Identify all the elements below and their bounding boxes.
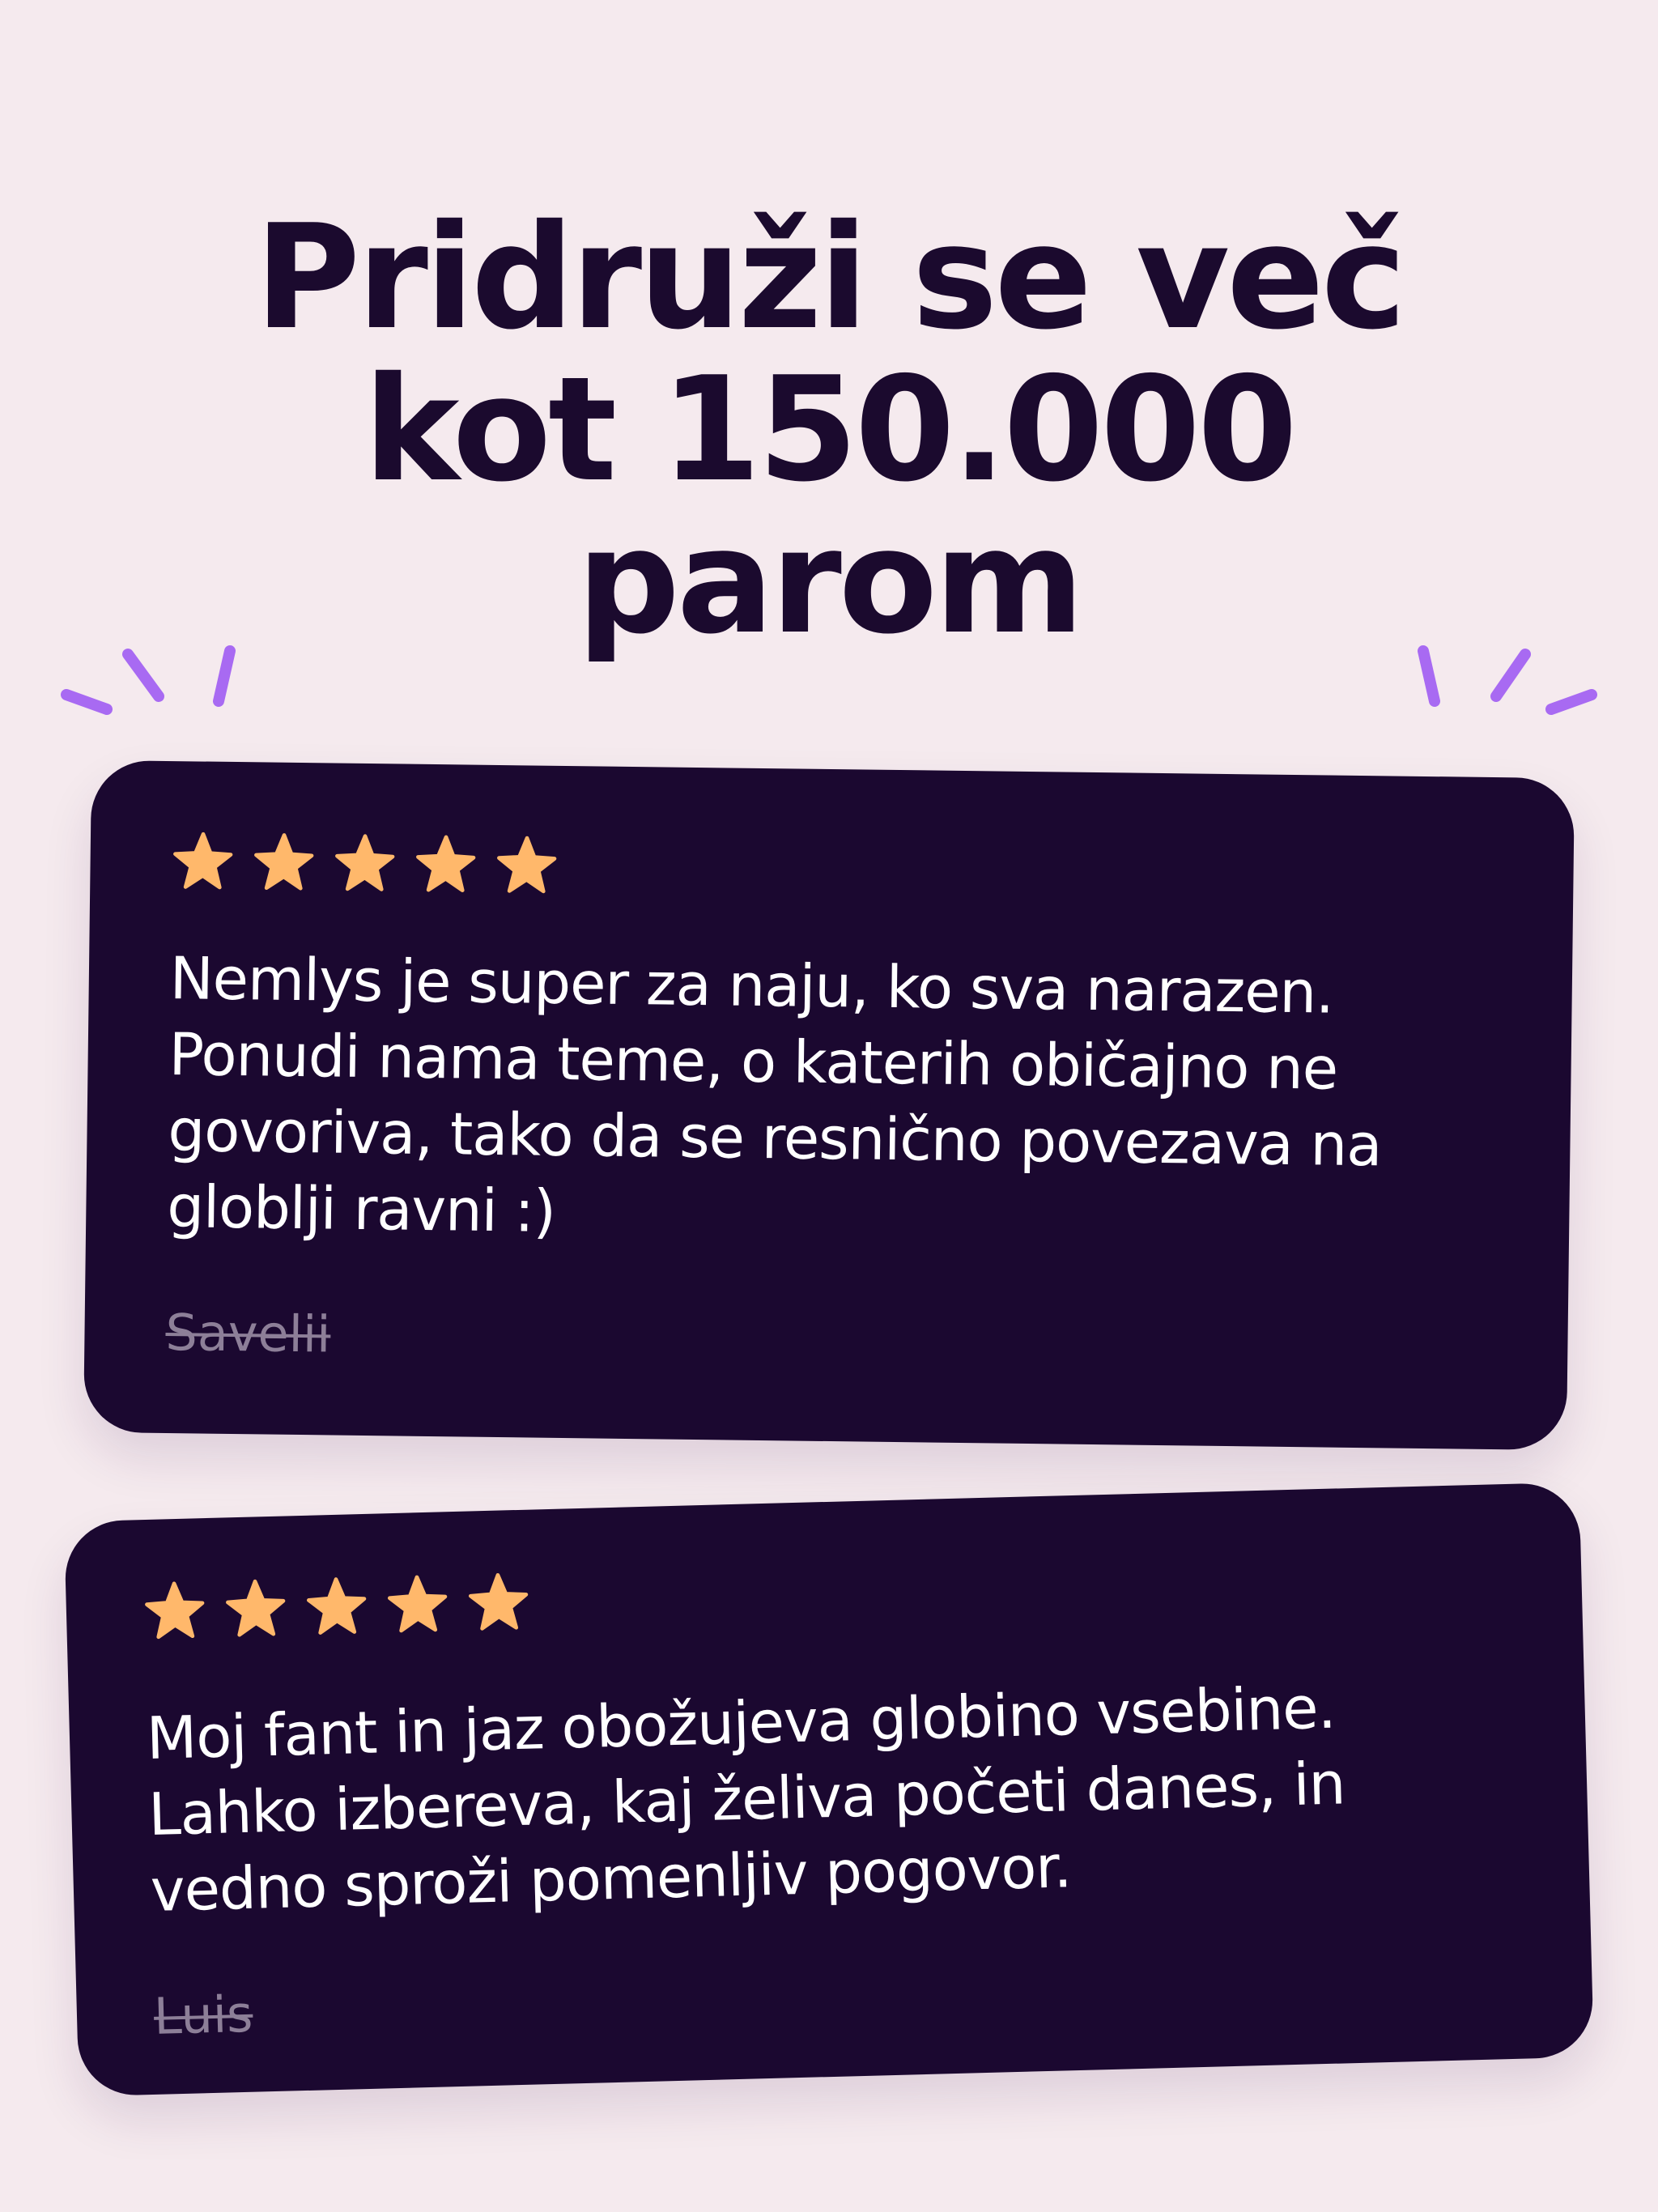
star-icon — [307, 1577, 367, 1635]
headline-line-2: kot 150.000 — [363, 346, 1298, 514]
star-icon — [468, 1572, 529, 1631]
star-icon — [173, 832, 233, 890]
headline-line-1: Pridruži se več — [254, 194, 1407, 362]
reviewer-name: Savelii — [165, 1303, 331, 1364]
star-icon — [335, 834, 395, 891]
sparkle-icon-right — [1415, 640, 1609, 737]
star-icon — [416, 835, 476, 892]
star-rating — [171, 830, 1493, 909]
star-rating — [142, 1545, 1509, 1644]
star-icon — [254, 833, 314, 891]
review-card: Moj fant in jaz obožujeva globino vsebin… — [64, 1482, 1594, 2097]
star-icon — [497, 836, 557, 894]
headline-line-3: parom — [576, 498, 1084, 666]
star-icon — [145, 1581, 205, 1640]
sparkle-icon-left — [49, 640, 243, 737]
review-text: Moj fant in jaz obožujeva globino vsebin… — [145, 1673, 1346, 1925]
star-icon — [387, 1575, 448, 1633]
review-text: Nemlys je super za naju, ko sva narazen.… — [166, 944, 1382, 1245]
page-headline: Pridruži se več kot 150.000 parom — [0, 202, 1658, 658]
star-icon — [226, 1579, 286, 1637]
review-card: Nemlys je super za naju, ko sva narazen.… — [83, 759, 1575, 1451]
reviewer-name: Luis — [153, 1984, 254, 2046]
